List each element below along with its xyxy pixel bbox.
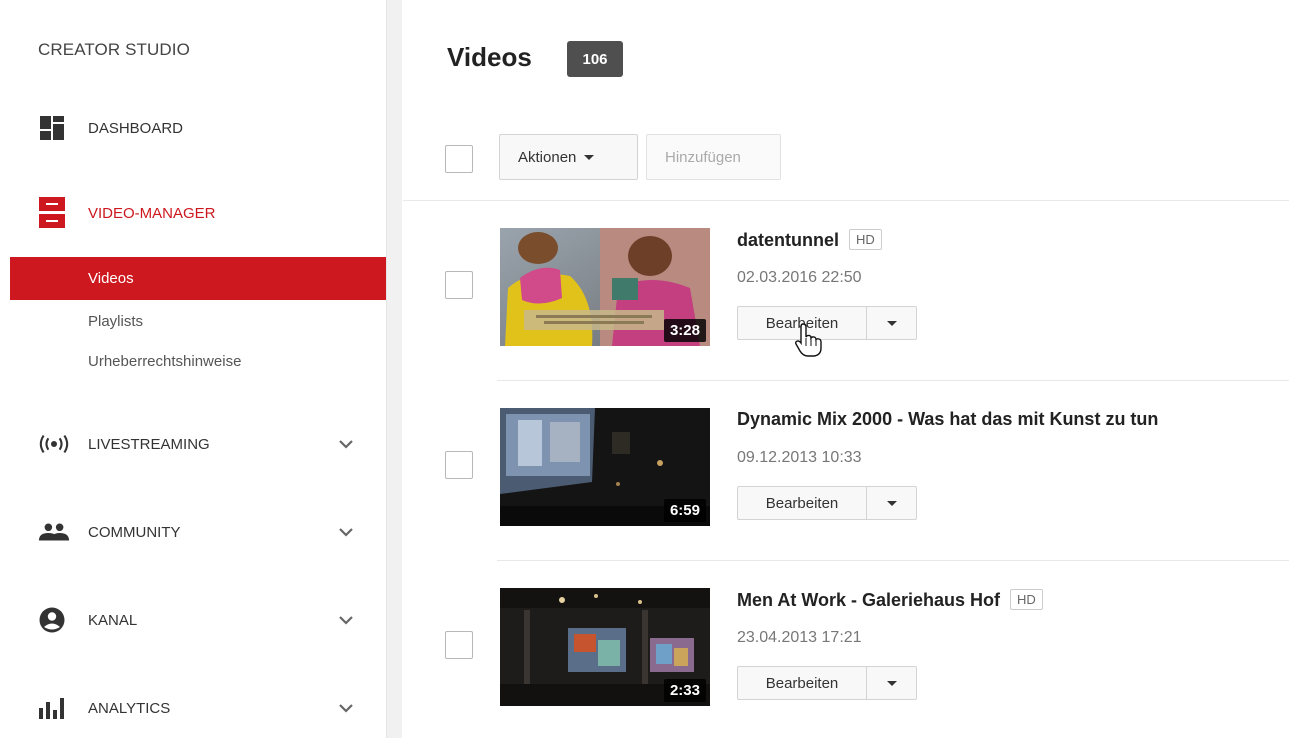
- livestream-icon: [38, 432, 70, 456]
- select-all-checkbox[interactable]: [445, 145, 473, 173]
- creator-studio-title: CREATOR STUDIO: [38, 40, 190, 59]
- caret-down-icon: [584, 154, 595, 160]
- video-date: 09.12.2013 10:33: [737, 449, 862, 466]
- video-title-link[interactable]: Dynamic Mix 2000 - Was hat das mit Kunst…: [737, 409, 1158, 430]
- sidebar-item-kanal[interactable]: KANAL: [38, 606, 368, 634]
- sidebar-divider: [386, 0, 402, 738]
- video-title: datentunnel: [737, 230, 839, 250]
- edit-button[interactable]: Bearbeiten: [737, 486, 867, 520]
- sidebar-item-community[interactable]: COMMUNITY: [38, 518, 368, 546]
- sidebar: CREATOR STUDIO DASHBOARD VIDEO-MANAGER V…: [0, 0, 386, 738]
- actions-label: Aktionen: [518, 148, 577, 166]
- row-divider: [497, 380, 1289, 381]
- video-title: Men At Work - Galeriehaus Hof: [737, 590, 1001, 610]
- sidebar-subitem-playlists[interactable]: Playlists: [88, 313, 143, 330]
- page-title: Videos: [447, 42, 532, 72]
- video-select-checkbox[interactable]: [445, 271, 473, 299]
- header-divider: [403, 200, 1289, 201]
- sidebar-item-label: COMMUNITY: [88, 523, 181, 541]
- edit-button-group: Bearbeiten: [737, 486, 917, 520]
- caret-down-icon: [886, 680, 897, 686]
- video-title: Dynamic Mix 2000 - Was hat das mit Kunst…: [737, 409, 1159, 429]
- video-manager-icon: [38, 197, 70, 228]
- edit-dropdown-button[interactable]: [867, 306, 917, 340]
- caret-down-icon: [886, 500, 897, 506]
- add-to-button[interactable]: Hinzufügen: [646, 134, 781, 180]
- chevron-down-icon[interactable]: [336, 522, 356, 542]
- video-title-link[interactable]: datentunnel HD: [737, 229, 882, 251]
- main-content: Videos 106 Aktionen Hinzufügen 3:28 date…: [403, 0, 1289, 738]
- video-date: 02.03.2016 22:50: [737, 269, 862, 286]
- sidebar-item-label: DASHBOARD: [88, 119, 184, 137]
- edit-button[interactable]: Bearbeiten: [737, 306, 867, 340]
- sidebar-item-label: KANAL: [88, 611, 138, 629]
- video-thumbnail[interactable]: 6:59: [500, 408, 710, 526]
- video-select-checkbox[interactable]: [445, 631, 473, 659]
- video-duration: 2:33: [663, 679, 706, 702]
- sidebar-item-dashboard[interactable]: DASHBOARD: [38, 114, 368, 142]
- edit-dropdown-button[interactable]: [867, 486, 917, 520]
- sidebar-item-video-manager[interactable]: VIDEO-MANAGER: [38, 197, 368, 228]
- video-title-link[interactable]: Men At Work - Galeriehaus Hof HD: [737, 589, 1043, 611]
- edit-button-group: Bearbeiten: [737, 306, 917, 340]
- caret-down-icon: [886, 320, 897, 326]
- sidebar-item-label: LIVESTREAMING: [88, 435, 210, 453]
- sidebar-item-label: ANALYTICS: [88, 699, 171, 717]
- row-divider: [497, 560, 1289, 561]
- actions-dropdown-button[interactable]: Aktionen: [499, 134, 638, 180]
- video-thumbnail[interactable]: 2:33: [500, 588, 710, 706]
- community-icon: [38, 520, 70, 544]
- edit-button[interactable]: Bearbeiten: [737, 666, 867, 700]
- sidebar-subitem-videos[interactable]: Videos: [10, 257, 386, 300]
- video-date: 23.04.2013 17:21: [737, 629, 862, 646]
- video-duration: 6:59: [663, 499, 706, 522]
- chevron-down-icon[interactable]: [336, 434, 356, 454]
- sidebar-item-livestreaming[interactable]: LIVESTREAMING: [38, 430, 368, 458]
- chevron-down-icon[interactable]: [336, 698, 356, 718]
- video-count-badge: 106: [567, 41, 623, 77]
- analytics-icon: [38, 696, 70, 720]
- chevron-down-icon[interactable]: [336, 610, 356, 630]
- sidebar-item-label: VIDEO-MANAGER: [88, 204, 216, 222]
- edit-dropdown-button[interactable]: [867, 666, 917, 700]
- add-label: Hinzufügen: [665, 148, 741, 166]
- sidebar-subitem-copyright-notices[interactable]: Urheberrechtshinweise: [88, 353, 241, 370]
- video-select-checkbox[interactable]: [445, 451, 473, 479]
- hd-badge: HD: [1010, 589, 1043, 610]
- hd-badge: HD: [849, 229, 882, 250]
- dashboard-icon: [38, 116, 70, 140]
- sidebar-subitem-label: Videos: [88, 270, 134, 287]
- video-duration: 3:28: [663, 319, 706, 342]
- account-circle-icon: [38, 607, 70, 633]
- edit-button-group: Bearbeiten: [737, 666, 917, 700]
- sidebar-item-analytics[interactable]: ANALYTICS: [38, 694, 368, 722]
- video-thumbnail[interactable]: 3:28: [500, 228, 710, 346]
